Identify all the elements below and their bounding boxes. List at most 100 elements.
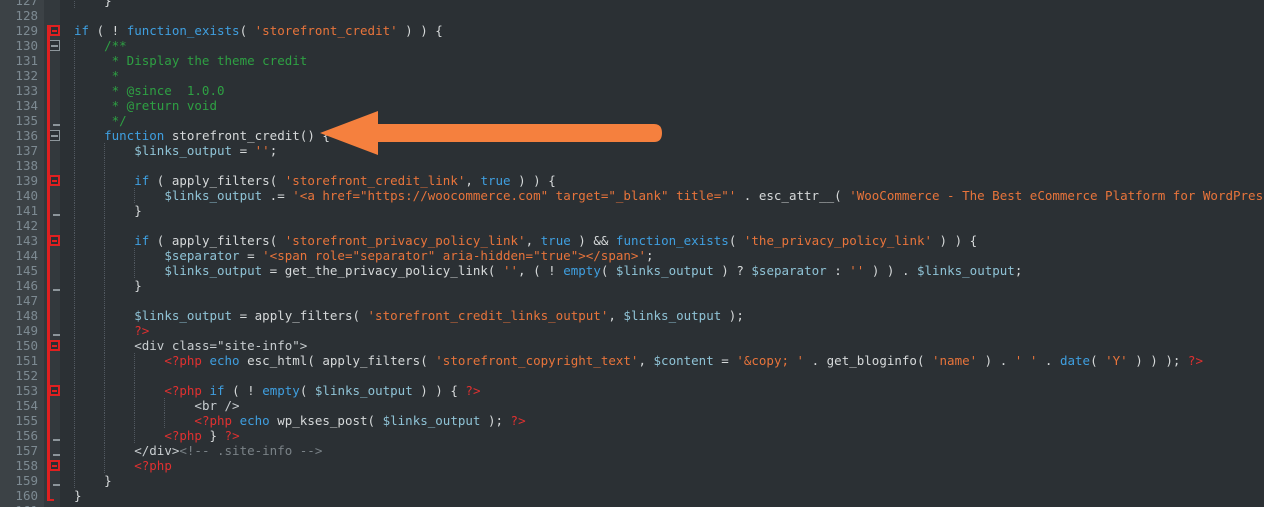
code-line[interactable]: 127 } [0, 0, 1264, 8]
line-content[interactable]: <?php [74, 458, 172, 473]
indent-guide [74, 128, 76, 143]
line-content[interactable]: if ( apply_filters( 'storefront_privacy_… [74, 233, 977, 248]
code-line[interactable]: 140 $links_output .= '<a href="https://w… [0, 188, 1264, 203]
line-content[interactable]: /** [74, 38, 127, 53]
code-line[interactable]: 128 [0, 8, 1264, 23]
line-content[interactable]: $separator = '<span role="separator" ari… [74, 248, 653, 263]
line-number: 145 [15, 263, 38, 278]
code-line[interactable]: 147 [0, 293, 1264, 308]
code-line[interactable]: 150 <div class="site-info"> [0, 338, 1264, 353]
fold-toggle-icon[interactable] [49, 235, 60, 246]
line-content[interactable]: ?> [74, 323, 149, 338]
line-content[interactable]: } [74, 278, 142, 293]
fold-minus-glyph [52, 239, 57, 242]
line-content[interactable]: * @return void [74, 98, 217, 113]
code-line[interactable]: 131 * Display the theme credit [0, 53, 1264, 68]
code-line[interactable]: 134 * @return void [0, 98, 1264, 113]
code-line[interactable]: 141 } [0, 203, 1264, 218]
fold-toggle-icon[interactable] [49, 175, 60, 186]
code-line[interactable]: 133 * @since 1.0.0 [0, 83, 1264, 98]
fold-minus-glyph [52, 464, 57, 467]
line-content[interactable]: * [74, 68, 120, 83]
code-line[interactable]: 138 [0, 158, 1264, 173]
code-line[interactable]: 152 [0, 368, 1264, 383]
code-line[interactable]: 159 } [0, 473, 1264, 488]
code-line[interactable]: 156 <?php } ?> [0, 428, 1264, 443]
line-content[interactable]: </div><!-- .site-info --> [74, 443, 322, 458]
line-content[interactable]: function storefront_credit() { [74, 128, 330, 143]
token-str: '<a href="https://woocommerce.com" targe… [292, 188, 737, 203]
line-content[interactable]: <?php echo esc_html( apply_filters( 'sto… [74, 353, 1203, 368]
code-line[interactable]: 145 $links_output = get_the_privacy_poli… [0, 263, 1264, 278]
code-line[interactable]: 136 function storefront_credit() { [0, 128, 1264, 143]
code-line[interactable]: 157 </div><!-- .site-info --> [0, 443, 1264, 458]
line-content[interactable]: } [74, 473, 112, 488]
code-line[interactable]: 161 [0, 503, 1264, 507]
line-content[interactable]: */ [74, 113, 127, 128]
line-content[interactable]: * @since 1.0.0 [74, 83, 225, 98]
code-line[interactable]: 144 $separator = '<span role="separator"… [0, 248, 1264, 263]
token-kw: if [209, 383, 225, 398]
token-punct: } [74, 488, 82, 503]
indent-guide [104, 143, 106, 158]
fold-toggle-icon[interactable] [49, 25, 60, 36]
line-content[interactable]: } [74, 203, 142, 218]
code-editor[interactable]: 127 } 128 129 if ( ! function_exists( 'stor… [0, 0, 1264, 507]
token-plain: esc_html( apply_filters( [239, 353, 436, 368]
code-line[interactable]: 158 <?php [0, 458, 1264, 473]
line-content[interactable]: <br /> [74, 398, 239, 413]
line-content[interactable]: $links_output = apply_filters( 'storefro… [74, 308, 744, 323]
code-line[interactable]: 146 } [0, 278, 1264, 293]
indent-guide [104, 398, 106, 413]
code-line[interactable]: 155 <?php echo wp_kses_post( $links_outp… [0, 413, 1264, 428]
indent-guide [134, 383, 136, 398]
line-content[interactable]: $links_output .= '<a href="https://wooco… [74, 188, 1264, 203]
token-var: $links_output [164, 263, 263, 278]
code-line[interactable]: 137 $links_output = ''; [0, 143, 1264, 158]
indent-guide [74, 203, 76, 218]
token-punct: ( [269, 173, 285, 188]
line-content[interactable]: <?php echo wp_kses_post( $links_output )… [74, 413, 525, 428]
token-punct: , [465, 173, 481, 188]
line-number: 128 [15, 8, 38, 23]
indent-guide [74, 53, 76, 68]
code-line[interactable]: 132 * [0, 68, 1264, 83]
fold-toggle-icon[interactable] [49, 340, 60, 351]
fold-toggle-icon[interactable] [49, 460, 60, 471]
token-punct: , [608, 308, 624, 323]
line-content[interactable]: <div class="site-info"> [74, 338, 307, 353]
code-line[interactable]: 130 /** [0, 38, 1264, 53]
code-line[interactable]: 154 <br /> [0, 398, 1264, 413]
line-content[interactable]: * Display the theme credit [74, 53, 308, 68]
code-line[interactable]: 135 */ [0, 113, 1264, 128]
token-str: 'storefront_credit_links_output' [367, 308, 609, 323]
token-punct: ( [89, 23, 112, 38]
code-line[interactable]: 148 $links_output = apply_filters( 'stor… [0, 308, 1264, 323]
indent-guide [74, 458, 76, 473]
code-line[interactable]: 151 <?php echo esc_html( apply_filters( … [0, 353, 1264, 368]
token-punct: ); [480, 413, 504, 428]
line-content[interactable]: if ( ! function_exists( 'storefront_cred… [74, 23, 443, 38]
line-content[interactable]: $links_output = get_the_privacy_policy_l… [74, 263, 1022, 278]
token-punct: , [638, 353, 654, 368]
token-punct: ! [247, 383, 255, 398]
line-content[interactable]: <?php } ?> [74, 428, 239, 443]
line-content[interactable]: if ( apply_filters( 'storefront_credit_l… [74, 173, 556, 188]
fold-toggle-icon[interactable] [49, 130, 60, 141]
code-line[interactable]: 149 ?> [0, 323, 1264, 338]
code-line[interactable]: 129 if ( ! function_exists( 'storefront_c… [0, 23, 1264, 38]
token-fn: function_exists [126, 23, 240, 38]
code-line[interactable]: 139 if ( apply_filters( 'storefront_cred… [0, 173, 1264, 188]
line-content[interactable]: } [74, 0, 112, 8]
line-content[interactable]: } [74, 488, 82, 503]
fold-minus-glyph [52, 179, 57, 182]
line-number: 154 [15, 398, 38, 413]
code-line[interactable]: 160} [0, 488, 1264, 503]
code-line[interactable]: 153 <?php if ( ! empty( $links_output ) … [0, 383, 1264, 398]
fold-toggle-icon[interactable] [49, 385, 60, 396]
fold-toggle-icon[interactable] [49, 40, 60, 51]
code-line[interactable]: 143 if ( apply_filters( 'storefront_priv… [0, 233, 1264, 248]
code-line[interactable]: 142 [0, 218, 1264, 233]
token-var: $links_output [615, 263, 714, 278]
token-str: 'storefront_privacy_policy_link' [284, 233, 526, 248]
